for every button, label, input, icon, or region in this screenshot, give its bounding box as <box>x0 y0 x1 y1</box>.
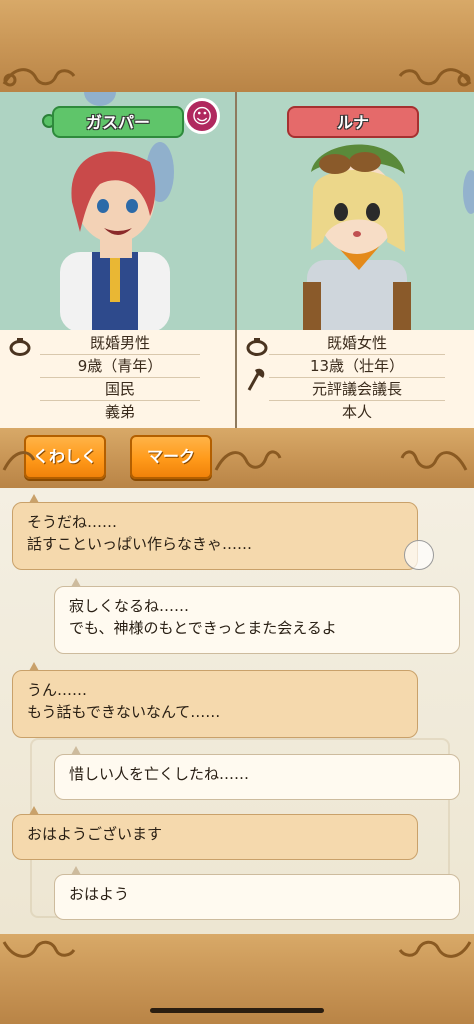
ring-icon <box>9 338 31 356</box>
axe-icon <box>247 368 265 391</box>
info-column-right: 既婚女性 13歳（壮年） 元評議会議長 本人 <box>237 330 474 428</box>
info-role: 国民 <box>40 378 200 401</box>
chat-bubble-left: おはようございます <box>12 806 418 860</box>
scroll-ornament-icon <box>2 940 76 958</box>
scroll-ornament-icon <box>2 68 76 87</box>
scroll-ornament-icon <box>214 450 282 471</box>
portrait-panel: ガスパー ☺ ルナ <box>0 92 474 330</box>
info-age: 9歳（青年） <box>40 355 200 378</box>
scroll-ornament-icon <box>2 451 36 471</box>
action-bar: くわしく マーク <box>0 428 474 488</box>
scroll-ornament-icon <box>398 940 472 958</box>
touch-hint-icon[interactable] <box>404 540 434 570</box>
chat-bubble-right: 惜しい人を亡くしたね…… <box>54 746 460 800</box>
info-age: 13歳（壮年） <box>269 355 445 378</box>
chat-bubble-left: うん…… もう話もできないなんて…… <box>12 662 418 738</box>
info-marital-status: 既婚男性 <box>40 332 200 355</box>
chat-bubble-right: おはよう <box>54 866 460 920</box>
character-name-tag: ガスパー <box>52 106 184 138</box>
top-bar <box>0 0 474 92</box>
chat-bubble-right: 寂しくなるね…… でも、神様のもとできっとまた会えるよ <box>54 578 460 654</box>
scroll-ornament-icon <box>400 450 468 471</box>
home-indicator[interactable] <box>150 1008 324 1013</box>
character-portrait-left[interactable]: ガスパー ☺ <box>0 92 237 330</box>
smiley-icon: ☺ <box>184 98 220 134</box>
info-relation: 義弟 <box>104 403 135 421</box>
character-name-tag: ルナ <box>287 106 419 138</box>
scroll-ornament-icon <box>398 68 472 87</box>
info-marital-status: 既婚女性 <box>269 332 445 355</box>
ring-icon <box>246 338 268 356</box>
character-portrait-right[interactable]: ルナ <box>237 92 474 330</box>
info-column-left: 既婚男性 9歳（青年） 国民 義弟 <box>0 330 237 428</box>
info-relation: 本人 <box>341 403 372 421</box>
character-info-panel: 既婚男性 9歳（青年） 国民 義弟 既婚女性 13歳（壮年） 元評議会議長 本人 <box>0 330 474 428</box>
info-role: 元評議会議長 <box>269 378 445 401</box>
mark-button[interactable]: マーク <box>130 435 212 479</box>
chat-bubble-left: そうだね…… 話すこといっぱい作らなきゃ…… <box>12 494 418 570</box>
chat-log[interactable]: そうだね…… 話すこといっぱい作らなきゃ…… 寂しくなるね…… でも、神様のもと… <box>0 488 474 934</box>
